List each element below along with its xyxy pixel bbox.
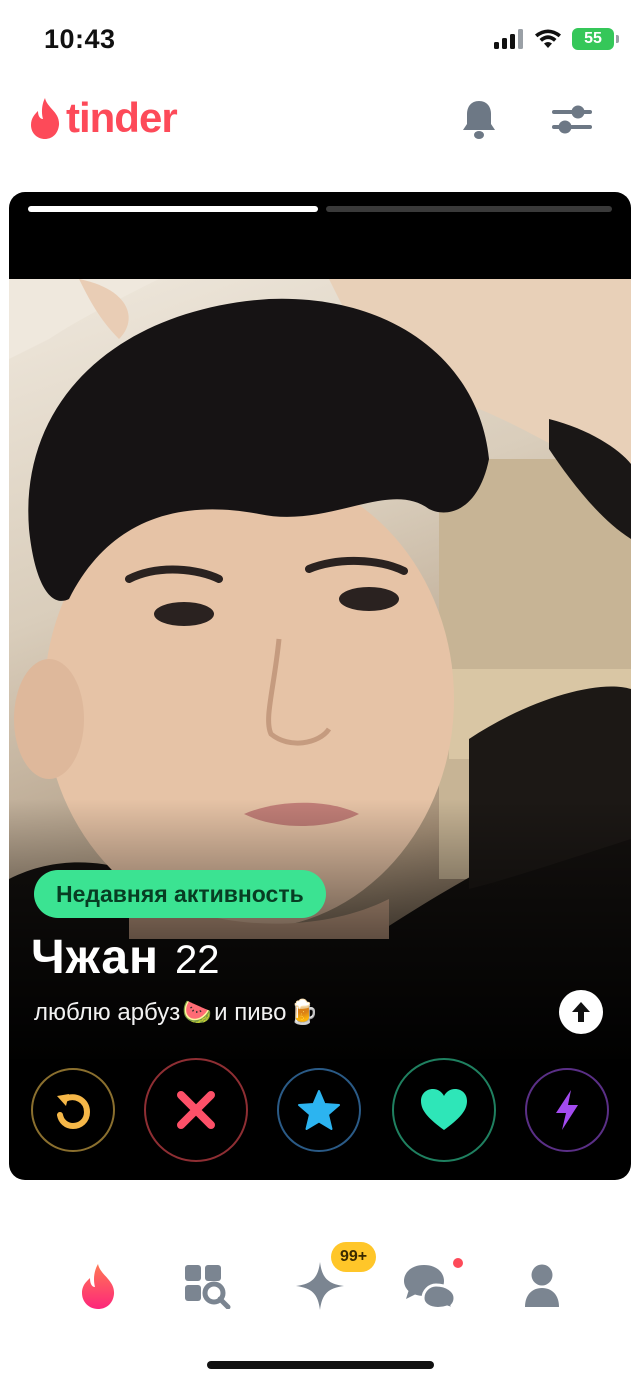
star-icon <box>298 1090 340 1130</box>
profile-age: 22 <box>175 938 220 982</box>
photo-indicator-active[interactable] <box>28 206 318 212</box>
bio-text-1: люблю арбуз <box>34 998 181 1026</box>
like-button[interactable] <box>392 1058 496 1162</box>
flame-icon <box>82 1264 115 1309</box>
explore-grid-icon <box>185 1265 231 1309</box>
heart-icon <box>421 1089 467 1130</box>
profile-name-row: Чжан 22 <box>31 930 220 985</box>
notifications-button[interactable] <box>451 92 507 148</box>
close-icon <box>177 1091 215 1129</box>
open-profile-button[interactable] <box>559 990 603 1034</box>
rewind-button[interactable] <box>31 1068 115 1152</box>
status-time: 10:43 <box>44 24 116 54</box>
filter-button[interactable] <box>544 92 600 148</box>
tinder-screen: 10:43 55 tinder Недавняя активность Чжан… <box>0 0 640 1385</box>
super-like-button[interactable] <box>277 1068 361 1152</box>
top-picks-count-badge: 99+ <box>331 1242 377 1272</box>
bio-text-2: и пиво <box>214 998 287 1026</box>
action-buttons <box>9 1058 631 1162</box>
chat-bubbles-icon <box>404 1265 457 1309</box>
profile-card[interactable]: Недавняя активность Чжан 22 люблю арбуз … <box>9 192 631 1180</box>
beer-emoji: 🍺 <box>288 999 319 1026</box>
boost-button[interactable] <box>525 1068 609 1152</box>
arrow-up-icon <box>572 1002 590 1022</box>
watermelon-emoji: 🍉 <box>182 999 213 1026</box>
logo-text: tinder <box>66 94 178 141</box>
person-icon <box>525 1264 559 1307</box>
tinder-logo[interactable]: tinder <box>28 94 178 142</box>
unread-dot <box>453 1258 463 1268</box>
filter-sliders-icon <box>552 105 592 134</box>
profile-name: Чжан <box>31 931 160 984</box>
status-bar: 10:43 55 <box>0 0 640 80</box>
flame-icon <box>31 98 60 139</box>
bolt-icon <box>556 1090 578 1130</box>
nav-home[interactable] <box>66 1256 130 1316</box>
rewind-icon <box>57 1094 91 1130</box>
nav-profile[interactable] <box>510 1256 574 1316</box>
bell-icon <box>463 101 495 139</box>
battery-icon: 55 <box>572 28 619 50</box>
nav-messages[interactable] <box>398 1256 462 1316</box>
profile-bio: люблю арбуз 🍉 и пиво 🍺 <box>34 998 318 1027</box>
recent-activity-badge: Недавняя активность <box>34 870 326 918</box>
nope-button[interactable] <box>144 1058 248 1162</box>
status-icons: 55 <box>494 28 619 50</box>
app-header: tinder <box>0 84 640 154</box>
wifi-icon <box>535 29 561 48</box>
nav-explore[interactable] <box>176 1256 240 1316</box>
home-indicator <box>207 1361 434 1369</box>
photo-progress <box>28 206 612 212</box>
photo-indicator[interactable] <box>326 206 612 212</box>
bottom-navigation: 99+ <box>0 1238 640 1338</box>
signal-icon <box>494 29 523 49</box>
